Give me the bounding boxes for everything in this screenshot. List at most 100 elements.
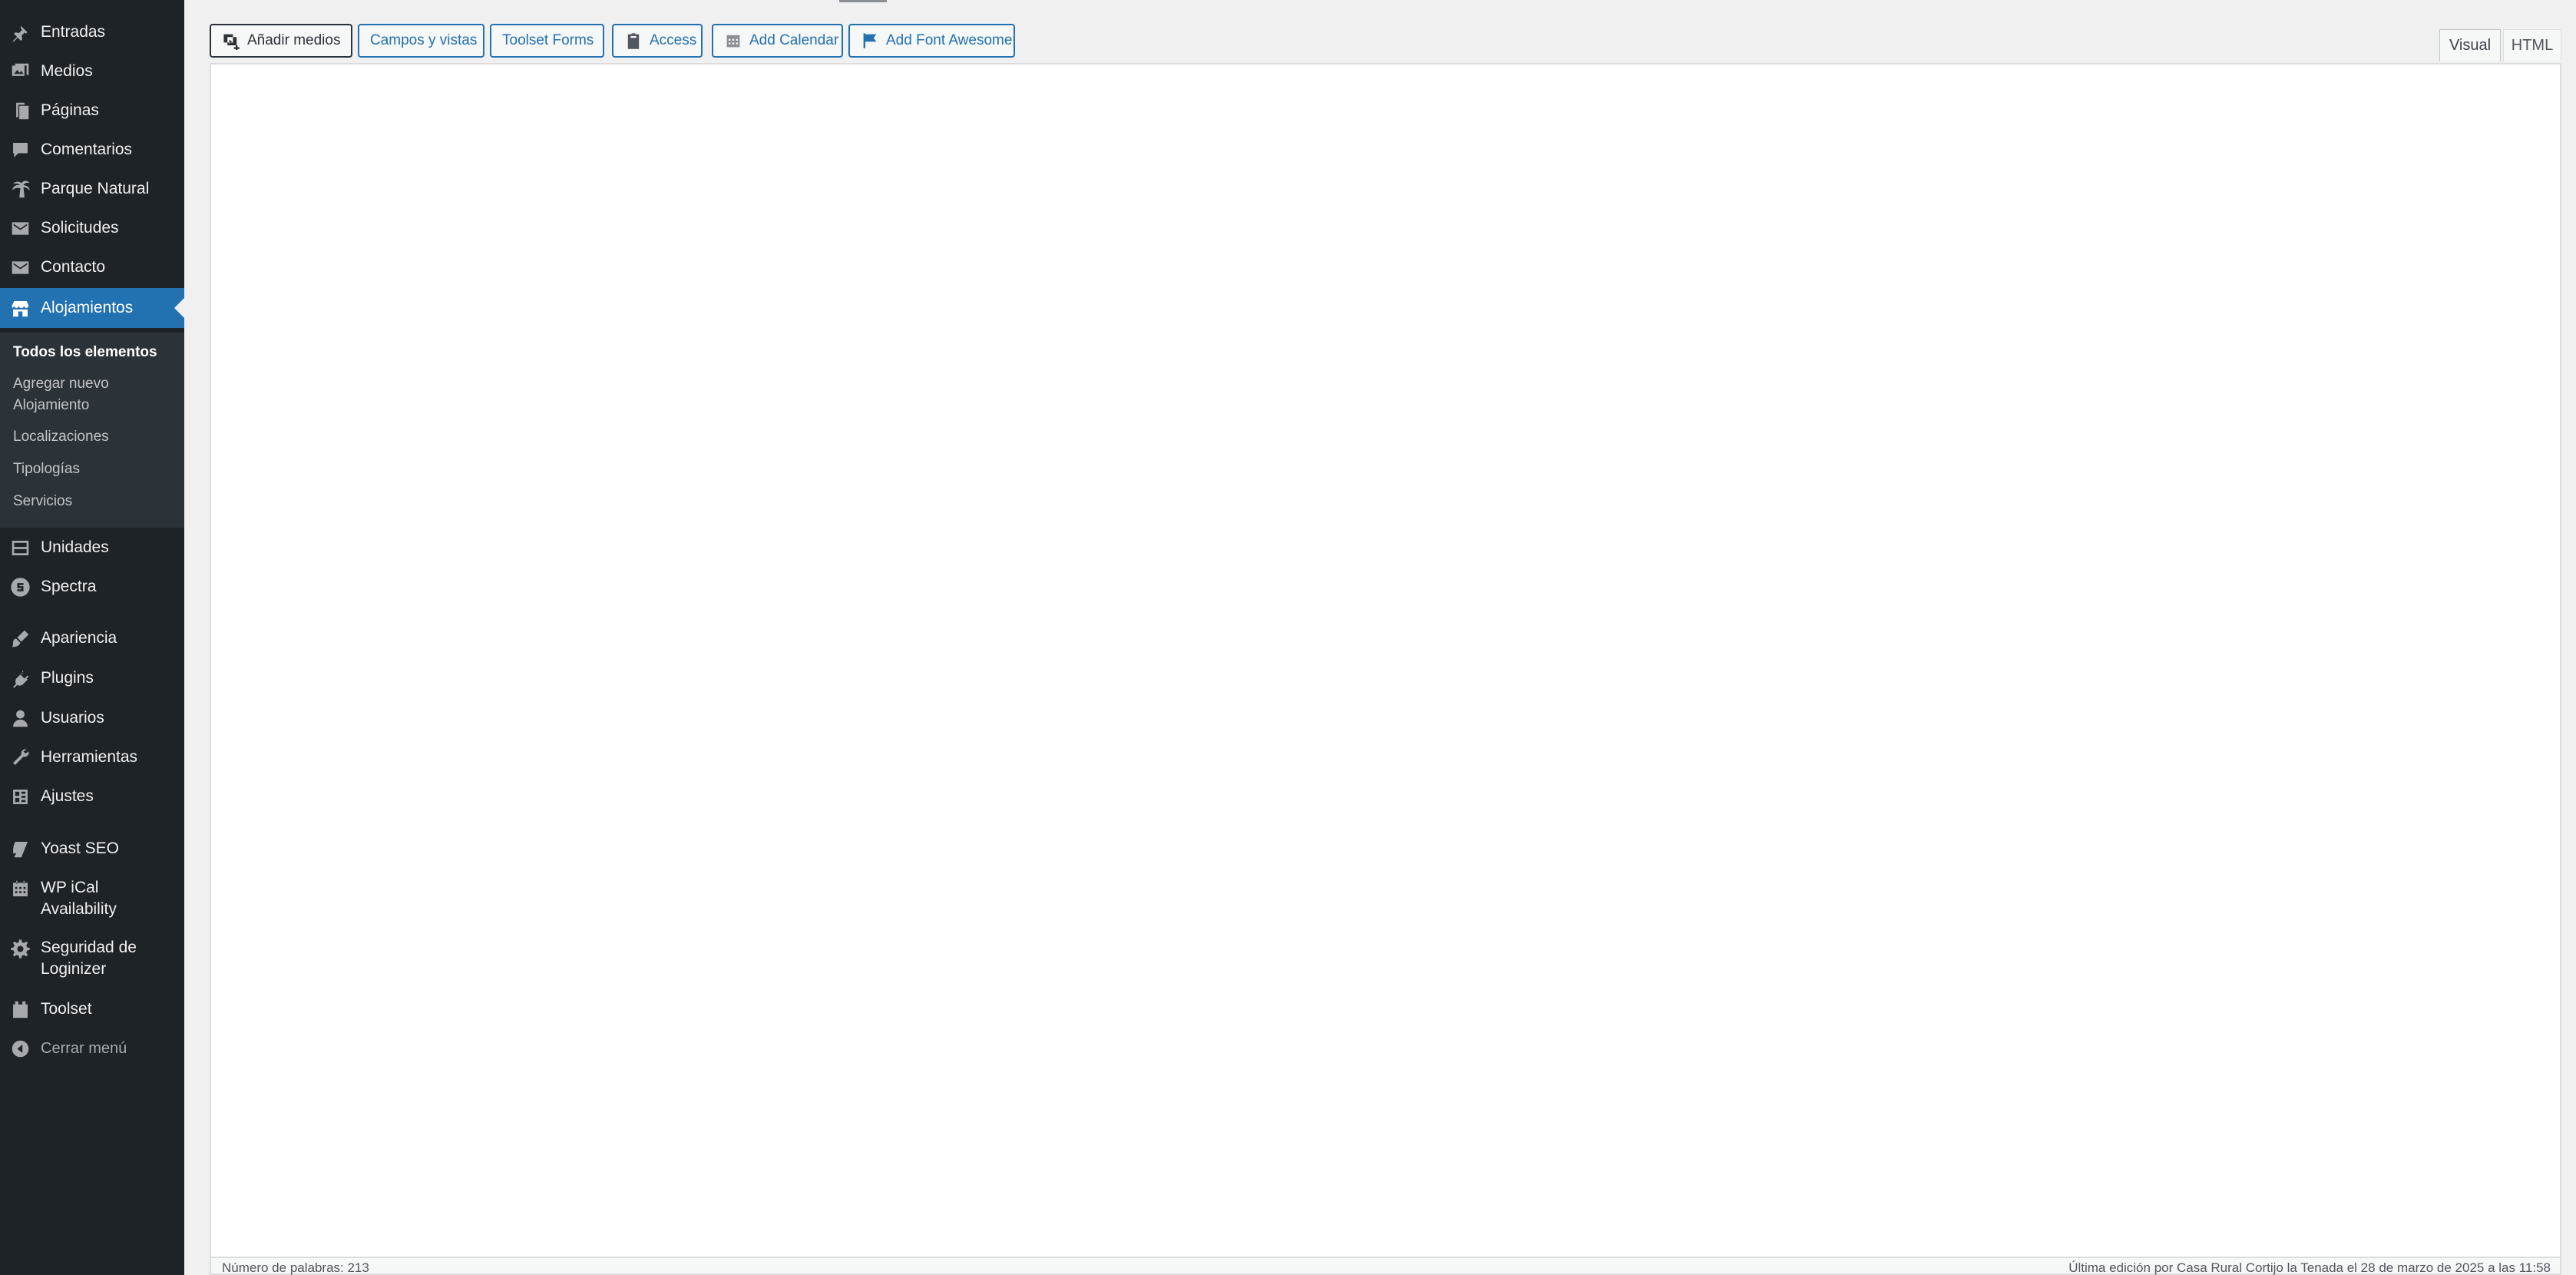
sidebar-item-label: Herramientas [41,748,138,766]
add-media-icon [223,34,240,50]
submenu-item-agregar-nuevo[interactable]: Agregar nuevo Alojamiento [13,373,109,416]
sidebar-item-label: Unidades [41,538,109,556]
flag-icon [863,33,877,48]
sidebar-item-toolset[interactable]: Toolset [0,998,184,1021]
collapse-icon [10,1038,31,1059]
sidebar-item-label: Ajustes [41,787,94,805]
brush-icon [10,628,31,649]
sidebar-item-plugins[interactable]: Plugins [0,667,184,690]
word-count: Número de palabras: 213 [222,1260,369,1275]
submenu-item-localizaciones[interactable]: Localizaciones [13,426,109,448]
sidebar-item-label: Apariencia [41,629,117,647]
submenu-label-line1: Agregar nuevo [13,376,109,392]
calendar-icon [726,35,740,48]
store-icon [10,298,31,319]
sidebar-item-label-line2: Loginizer [41,960,107,978]
sidebar-item-herramientas[interactable]: Herramientas [0,746,184,769]
tab-html-label: HTML [2511,37,2554,54]
sidebar-item-usuarios[interactable]: Usuarios [0,707,184,730]
sidebar-item-label: Yoast SEO [41,840,119,857]
toolset-forms-button[interactable]: Toolset Forms [490,24,604,58]
sidebar-item-label-line1: Seguridad de [41,939,137,956]
alojamientos-submenu: Todos los elementos Agregar nuevo Alojam… [0,333,184,528]
sidebar-item-label: Alojamientos [41,299,134,316]
sidebar-item-label: Contacto [41,258,106,276]
layout-icon [10,538,31,558]
sidebar-item-yoast-seo[interactable]: Yoast SEO [0,837,184,860]
comment-icon [10,140,31,161]
sidebar-item-solicitudes[interactable]: Solicitudes [0,217,184,240]
sidebar-item-entradas[interactable]: Entradas [0,21,184,44]
sidebar-item-wp-ical-availability[interactable]: WP iCal Availability [0,877,184,920]
sidebar-item-label: Parque Natural [41,180,150,197]
sidebar-item-label-line2: Availability [41,900,117,918]
sidebar-item-label: WP iCal Availability [41,877,117,920]
submenu-label: Tipologías [13,461,80,477]
clipboard-icon [627,33,640,49]
submenu-label: Todos los elementos [13,344,157,360]
pin-icon [10,22,31,43]
sidebar-item-label: Entradas [41,23,106,41]
pages-icon [10,101,31,121]
sidebar-item-label-line1: WP iCal [41,879,99,896]
submenu-label: Servicios [13,493,73,509]
user-icon [10,708,31,729]
envelope-icon [10,218,31,239]
sidebar-item-label: Seguridad de Loginizer [41,937,137,980]
yoast-icon [10,839,31,859]
wrench-icon [10,747,31,768]
sidebar-item-label: Comentarios [41,141,133,158]
plugin-icon [10,668,31,689]
editor-status-bar: Número de palabras: 213 Última edición p… [210,1257,2561,1275]
sidebar-item-label: Spectra [41,578,97,595]
sidebar-item-contacto[interactable]: Contacto [0,256,184,279]
sidebar-item-paginas[interactable]: Páginas [0,99,184,122]
gear-icon [10,939,31,959]
tab-visual[interactable]: Visual [2439,29,2501,61]
palm-tree-icon [10,179,31,200]
submenu-label: Localizaciones [13,429,109,445]
scroll-indicator [839,0,887,2]
tab-visual-label: Visual [2449,37,2492,54]
tab-html[interactable]: HTML [2503,29,2561,61]
admin-sidebar: Entradas Medios Páginas Comentarios Parq… [0,0,184,1275]
add-calendar-button[interactable]: Add Calendar [712,24,843,58]
sidebar-item-label: Toolset [41,1000,92,1018]
collapse-menu-button[interactable]: Cerrar menú [0,1037,184,1060]
sidebar-item-label: Solicitudes [41,219,119,237]
access-button[interactable]: Access [612,24,703,58]
submenu-item-todos[interactable]: Todos los elementos [13,342,157,363]
submenu-label-line2: Alojamiento [13,397,90,413]
content-editor[interactable] [210,63,2561,1258]
toolset-icon [10,999,31,1020]
submenu-item-servicios[interactable]: Servicios [13,491,72,512]
sidebar-item-alojamientos[interactable]: Alojamientos [0,288,184,328]
sidebar-item-medios[interactable]: Medios [0,60,184,83]
toolset-forms-label: Toolset Forms [502,32,594,48]
sidebar-item-seguridad-loginizer[interactable]: Seguridad de Loginizer [0,937,184,980]
sidebar-item-parque-natural[interactable]: Parque Natural [0,177,184,200]
views-label: Campos y vistas [370,32,478,48]
sidebar-item-ajustes[interactable]: Ajustes [0,785,184,808]
sidebar-item-unidades[interactable]: Unidades [0,536,184,559]
add-media-button[interactable]: Añadir medios [210,24,352,58]
sidebar-item-label: Medios [41,62,93,80]
last-edit-info: Última edición por Casa Rural Cortijo la… [2068,1260,2551,1275]
access-label: Access [650,32,697,48]
add-font-awesome-button[interactable]: Add Font Awesome [848,24,1015,58]
sidebar-item-label: Páginas [41,101,99,119]
add-font-awesome-label: Add Font Awesome [886,32,1013,48]
sidebar-item-spectra[interactable]: Spectra [0,575,184,598]
spectra-logo-icon [10,577,31,598]
submenu-item-tipologias[interactable]: Tipologías [13,459,80,480]
sidebar-item-label: Usuarios [41,709,104,727]
add-calendar-label: Add Calendar [749,32,839,48]
sidebar-item-label: Cerrar menú [41,1040,127,1057]
sidebar-item-comentarios[interactable]: Comentarios [0,138,184,161]
views-button[interactable]: Campos y vistas [358,24,484,58]
media-icon [10,61,31,82]
calendar-icon [10,879,31,899]
settings-icon [10,787,31,807]
sidebar-item-apariencia[interactable]: Apariencia [0,627,184,650]
envelope-icon [10,257,31,278]
